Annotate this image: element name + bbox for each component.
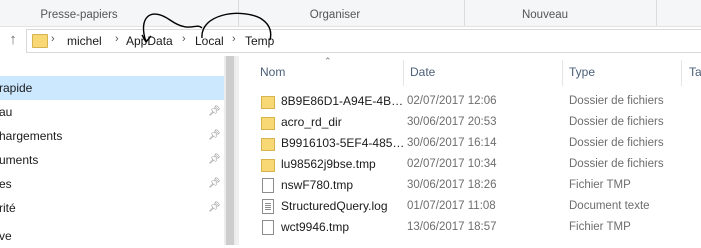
file-date: 30/06/2017 20:53	[407, 116, 497, 128]
file-name: nswF780.tmp	[281, 178, 354, 192]
ribbon-group-clipboard: Presse-papiers	[40, 9, 118, 21]
nav-item-label: hargements	[0, 129, 63, 143]
file-date: 02/07/2017 10:34	[407, 158, 497, 170]
sort-ascending-icon: ⌃	[324, 56, 332, 66]
nav-scrollbar[interactable]	[224, 56, 236, 245]
file-type: Dossier de fichiers	[569, 116, 664, 128]
ribbon-group-organize: Organiser	[309, 9, 361, 21]
chevron-right-icon[interactable]: ›	[182, 33, 186, 45]
column-separator[interactable]	[403, 60, 404, 86]
nav-item-label: rité	[0, 201, 16, 215]
column-header-name[interactable]: Nom	[260, 65, 285, 79]
file-date: 13/06/2017 18:57	[407, 221, 497, 233]
nav-item-archive[interactable]: ve	[0, 224, 224, 248]
table-row[interactable]: lu98562j9bse.tmp 02/07/2017 10:34 Dossie…	[257, 154, 701, 175]
file-date: 02/07/2017 12:06	[407, 95, 497, 107]
navigation-pane: rapide au 📌︎ hargements 📌︎ uments 📌︎ es …	[0, 56, 236, 245]
nav-item-label: uments	[0, 153, 39, 167]
file-icon	[262, 178, 274, 193]
nav-item-security[interactable]: rité 📌︎	[0, 196, 224, 220]
nav-item-label: au	[0, 105, 13, 119]
table-row[interactable]: wct9946.tmp 13/06/2017 18:57 Fichier TMP	[257, 217, 701, 238]
file-date: 30/06/2017 16:14	[407, 137, 497, 149]
folder-icon	[261, 96, 275, 109]
chevron-right-icon[interactable]: ›	[51, 33, 55, 45]
breadcrumb-michel[interactable]: michel	[67, 34, 102, 48]
up-arrow-icon[interactable]: ↑	[4, 31, 22, 49]
file-type: Dossier de fichiers	[569, 158, 664, 170]
table-row[interactable]: acro_rd_dir 30/06/2017 20:53 Dossier de …	[257, 112, 701, 133]
chevron-right-icon[interactable]: ›	[115, 33, 119, 45]
table-row[interactable]: StructuredQuery.log 01/07/2017 11:08 Doc…	[257, 196, 701, 217]
column-header-date[interactable]: Date	[410, 65, 435, 79]
nav-item-desktop[interactable]: au 📌︎	[0, 100, 224, 124]
pin-icon: 📌︎	[208, 202, 221, 213]
nav-item-images[interactable]: es 📌︎	[0, 172, 224, 196]
ribbon: Presse-papiers Organiser Nouveau	[0, 0, 701, 27]
file-type: Dossier de fichiers	[569, 95, 664, 107]
folder-icon	[261, 138, 275, 151]
pin-icon: 📌︎	[208, 106, 221, 117]
table-row[interactable]: 8B9E86D1-A94E-4B… 02/07/2017 12:06 Dossi…	[257, 91, 701, 112]
pin-icon: 📌︎	[208, 154, 221, 165]
breadcrumb-appdata[interactable]: AppData	[126, 34, 173, 48]
file-type: Dossier de fichiers	[569, 137, 664, 149]
column-header-type[interactable]: Type	[569, 65, 595, 79]
nav-item-label: es	[0, 177, 12, 191]
file-name: StructuredQuery.log	[281, 199, 388, 213]
column-separator[interactable]	[562, 60, 563, 86]
file-date: 30/06/2017 18:26	[407, 179, 497, 191]
chevron-right-icon[interactable]: ›	[232, 33, 236, 45]
text-document-icon	[262, 199, 274, 214]
file-date: 01/07/2017 11:08	[407, 200, 496, 212]
file-type: Fichier TMP	[569, 179, 631, 191]
breadcrumb-temp[interactable]: Temp	[245, 34, 274, 48]
file-name: wct9946.tmp	[281, 220, 350, 234]
folder-icon	[261, 159, 275, 172]
nav-item-downloads[interactable]: hargements 📌︎	[0, 124, 224, 148]
column-separator[interactable]	[681, 60, 682, 86]
file-type: Document texte	[569, 200, 650, 212]
ribbon-separator	[656, 0, 657, 26]
breadcrumb-local[interactable]: Local	[195, 34, 224, 48]
folder-icon	[261, 117, 275, 130]
file-icon	[262, 220, 274, 235]
pin-icon: 📌︎	[208, 130, 221, 141]
file-name: 8B9E86D1-A94E-4B…	[281, 94, 404, 108]
nav-item-label: ve	[0, 229, 12, 243]
file-type: Fichier TMP	[569, 221, 631, 233]
table-row[interactable]: nswF780.tmp 30/06/2017 18:26 Fichier TMP	[257, 175, 701, 196]
nav-item-quick-access[interactable]: rapide	[0, 76, 224, 100]
file-name: lu98562j9bse.tmp	[281, 157, 376, 171]
file-list: ⌃ Nom Date Type Ta 8B9E86D1-A94E-4B… 02/…	[239, 56, 701, 245]
file-name: B9916103-5EF4-485…	[281, 136, 405, 150]
table-row[interactable]: B9916103-5EF4-485… 30/06/2017 16:14 Doss…	[257, 133, 701, 154]
nav-item-label: rapide	[0, 81, 33, 95]
nav-item-documents[interactable]: uments 📌︎	[0, 148, 224, 172]
address-row: ↑ › michel › AppData › Local › Temp	[0, 27, 701, 54]
column-header-size[interactable]: Ta	[689, 65, 701, 79]
ribbon-group-new: Nouveau	[521, 9, 569, 21]
scrollbar-thumb[interactable]	[226, 56, 234, 245]
pin-icon: 📌︎	[208, 178, 221, 189]
file-name: acro_rd_dir	[281, 115, 342, 129]
address-bar[interactable]: › michel › AppData › Local › Temp	[26, 29, 701, 53]
folder-icon	[32, 34, 48, 48]
